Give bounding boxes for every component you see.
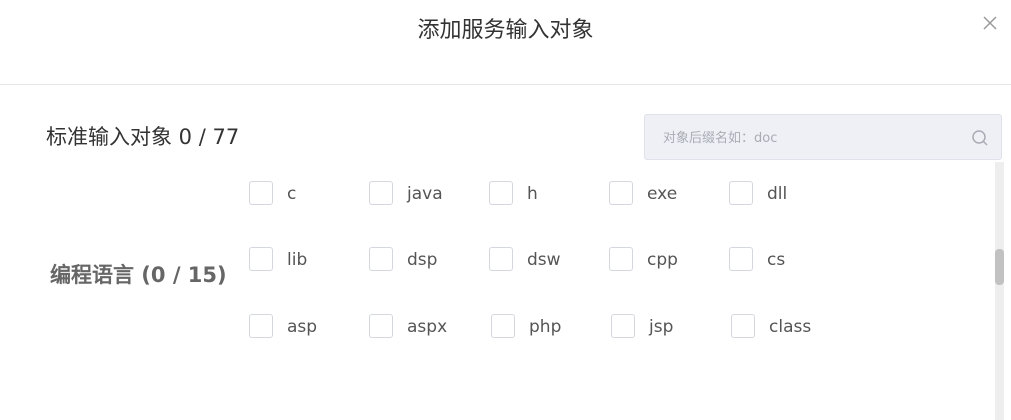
close-icon (983, 16, 997, 30)
checkbox-label: java (407, 184, 443, 204)
scrollbar-thumb[interactable] (995, 249, 1004, 285)
checkbox[interactable] (611, 314, 635, 338)
checkbox-label: exe (647, 184, 678, 204)
checkbox[interactable] (729, 181, 753, 205)
checkbox-label: cpp (647, 250, 678, 270)
checkbox-label: jsp (649, 317, 674, 337)
checkbox-label: dsw (527, 250, 561, 270)
search-box[interactable] (644, 114, 1002, 161)
dialog-title: 添加服务输入对象 (417, 18, 594, 43)
close-button[interactable] (979, 12, 1001, 34)
group-label-programming-languages: 编程语言 (0 / 15) (50, 263, 227, 287)
checkbox-label: c (287, 184, 297, 204)
checkbox-label: dll (767, 184, 788, 204)
scrollbar-track[interactable] (995, 162, 1004, 420)
checkbox[interactable] (249, 247, 273, 271)
checkbox-label: php (529, 317, 562, 337)
checkbox[interactable] (369, 247, 393, 271)
checkbox[interactable] (369, 314, 393, 338)
checkbox[interactable] (609, 181, 633, 205)
checkbox[interactable] (609, 247, 633, 271)
checkbox-label: h (527, 184, 538, 204)
checkbox-label: cs (767, 250, 786, 270)
checkbox-label: class (769, 317, 812, 337)
checkbox-label: asp (287, 317, 318, 337)
search-input[interactable] (661, 115, 965, 161)
checkbox[interactable] (249, 181, 273, 205)
dialog-header: 添加服务输入对象 (0, 0, 1011, 85)
add-input-object-dialog: 添加服务输入对象 标准输入对象 0 / 77 编程语言 (0 / 15) c ja… (0, 0, 1011, 420)
checkbox[interactable] (489, 181, 513, 205)
checkbox-label: dsp (407, 250, 438, 270)
checkbox[interactable] (369, 181, 393, 205)
checkbox[interactable] (249, 314, 273, 338)
section-title: 标准输入对象 0 / 77 (46, 125, 240, 149)
checkbox-label: aspx (407, 317, 448, 337)
checkbox[interactable] (491, 314, 515, 338)
search-icon[interactable] (971, 129, 989, 147)
checkbox-label: lib (287, 250, 308, 270)
checkbox[interactable] (731, 314, 755, 338)
checkbox[interactable] (729, 247, 753, 271)
checkbox[interactable] (489, 247, 513, 271)
